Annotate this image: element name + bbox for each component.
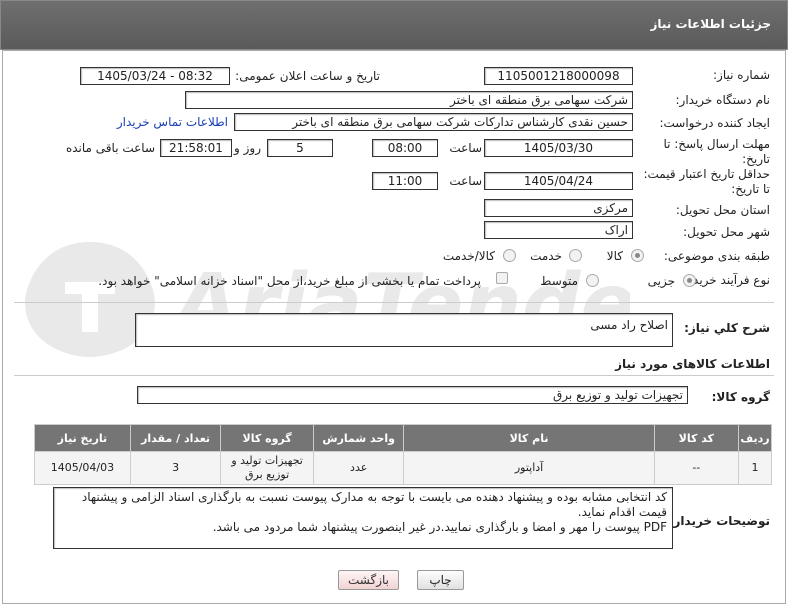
treasury-payment-note: پرداخت تمام یا بخشی از مبلغ خرید،از محل … bbox=[98, 274, 481, 288]
page-header: جزئیات اطلاعات نیاز bbox=[0, 0, 788, 50]
buyer-notes-field[interactable]: کد انتخابی مشابه بوده و پیشنهاد دهنده می… bbox=[53, 487, 673, 549]
request-creator-label: ایجاد کننده درخواست: bbox=[659, 116, 770, 130]
process-radio-medium[interactable] bbox=[586, 274, 599, 287]
column-header-goods-code: کد کالا bbox=[653, 424, 740, 452]
delivery-city-field[interactable]: اراک bbox=[484, 221, 633, 239]
cell-need-date: 1405/04/03 bbox=[34, 451, 131, 485]
need-number-field[interactable]: 1105001218000098 bbox=[484, 67, 633, 85]
deadline-time-label: ساعت bbox=[449, 141, 482, 155]
treasury-payment-checkbox[interactable] bbox=[496, 272, 508, 284]
need-number-label: شماره نیاز: bbox=[713, 68, 770, 82]
subject-category-label: طبقه بندی موضوعی: bbox=[663, 249, 770, 263]
deadline-label-line1: مهلت ارسال پاسخ: تا bbox=[663, 137, 770, 151]
process-option-minor: جزیی bbox=[647, 274, 675, 288]
column-header-goods-group: گروه کالا bbox=[220, 424, 314, 452]
category-radio-goods[interactable] bbox=[631, 249, 644, 262]
column-header-unit: واحد شمارش bbox=[312, 424, 405, 452]
category-radio-service[interactable] bbox=[569, 249, 582, 262]
page-title: جزئیات اطلاعات نیاز bbox=[650, 17, 771, 31]
delivery-province-field[interactable]: مرکزی bbox=[484, 199, 633, 217]
deadline-time-field[interactable]: 08:00 bbox=[372, 139, 438, 157]
delivery-province-label: استان محل تحویل: bbox=[675, 203, 770, 217]
days-remaining-field[interactable]: 5 bbox=[267, 139, 333, 157]
price-validity-label-line1: حداقل تاریخ اعتبار قیمت: bbox=[643, 167, 770, 181]
goods-table: ردیف کد کالا نام کالا واحد شمارش گروه کا… bbox=[34, 424, 772, 485]
category-option-goods-service: کالا/خدمت bbox=[442, 249, 495, 263]
divider bbox=[14, 302, 774, 303]
cell-unit: عدد bbox=[312, 451, 405, 485]
page: جزئیات اطلاعات نیاز AriaTender.neT شماره… bbox=[0, 0, 788, 606]
buyer-notes-line2: قیمت اقدام نماید. bbox=[577, 505, 667, 519]
price-validity-label-line2: تا تاریخ: bbox=[731, 182, 770, 196]
cell-goods-group: تجهیزات تولید و توزیع برق bbox=[220, 451, 314, 485]
category-radio-goods-service[interactable] bbox=[503, 249, 516, 262]
deadline-date-field[interactable]: 1405/03/30 bbox=[484, 139, 633, 157]
general-description-field[interactable]: اصلاح راد مسی bbox=[135, 313, 673, 347]
announce-datetime-field[interactable]: 1405/03/24 - 08:32 bbox=[80, 67, 230, 85]
category-option-goods: کالا bbox=[606, 249, 623, 263]
goods-info-title: اطلاعات کالاهای مورد نیاز bbox=[615, 357, 770, 371]
price-validity-time-label: ساعت bbox=[449, 174, 482, 188]
print-button[interactable]: چاپ bbox=[417, 570, 464, 590]
buyer-notes-line1: کد انتخابی مشابه بوده و پیشنهاد دهنده می… bbox=[81, 490, 667, 504]
delivery-city-label: شهر محل تحویل: bbox=[683, 225, 770, 239]
buyer-notes-line3: PDF پیوست را مهر و امضا و بارگذاری نمایی… bbox=[212, 520, 667, 534]
cell-goods-code: -- bbox=[653, 451, 740, 485]
column-header-goods-name: نام کالا bbox=[403, 424, 655, 452]
remaining-time-field[interactable]: 21:58:01 bbox=[160, 139, 232, 157]
deadline-label-line2: تاریخ: bbox=[742, 152, 770, 166]
cell-quantity: 3 bbox=[129, 451, 222, 485]
remaining-time-label: ساعت باقی مانده bbox=[65, 141, 155, 155]
buyer-notes-label: توضیحات خریدار: bbox=[668, 514, 770, 528]
cell-row-number: 1 bbox=[738, 451, 772, 485]
general-description-label: شرح کلي نياز: bbox=[684, 321, 770, 335]
column-header-quantity: تعداد / مقدار bbox=[129, 424, 222, 452]
days-label: روز و bbox=[234, 141, 261, 155]
process-radio-minor[interactable] bbox=[683, 274, 696, 287]
purchase-process-label: نوع فرآیند خرید : bbox=[685, 273, 770, 287]
price-validity-date-field[interactable]: 1405/04/24 bbox=[484, 172, 633, 190]
table-header-row: ردیف کد کالا نام کالا واحد شمارش گروه کا… bbox=[34, 424, 772, 452]
goods-group-label: گروه کالا: bbox=[711, 390, 770, 404]
divider bbox=[14, 375, 774, 376]
announce-datetime-label: تاریخ و ساعت اعلان عمومی: bbox=[235, 69, 380, 83]
goods-group-field[interactable]: تجهیزات تولید و توزیع برق bbox=[137, 386, 688, 404]
process-option-medium: متوسط bbox=[540, 274, 578, 288]
table-row: 1 -- آداپتور عدد تجهیزات تولید و توزیع ب… bbox=[34, 451, 772, 485]
price-validity-time-field[interactable]: 11:00 bbox=[372, 172, 438, 190]
category-option-service: خدمت bbox=[530, 249, 562, 263]
column-header-row-number: ردیف bbox=[738, 424, 772, 452]
column-header-need-date: تاریخ نیاز bbox=[34, 424, 131, 452]
request-creator-field[interactable]: حسین نقدی کارشناس تدارکات شرکت سهامی برق… bbox=[234, 113, 633, 131]
buyer-contact-link[interactable]: اطلاعات تماس خریدار bbox=[117, 115, 228, 129]
cell-goods-name: آداپتور bbox=[403, 451, 655, 485]
back-button[interactable]: بازگشت bbox=[338, 570, 399, 590]
buyer-org-label: نام دستگاه خریدار: bbox=[675, 93, 771, 107]
buyer-org-field[interactable]: شرکت سهامی برق منطقه ای باختر bbox=[185, 91, 633, 109]
